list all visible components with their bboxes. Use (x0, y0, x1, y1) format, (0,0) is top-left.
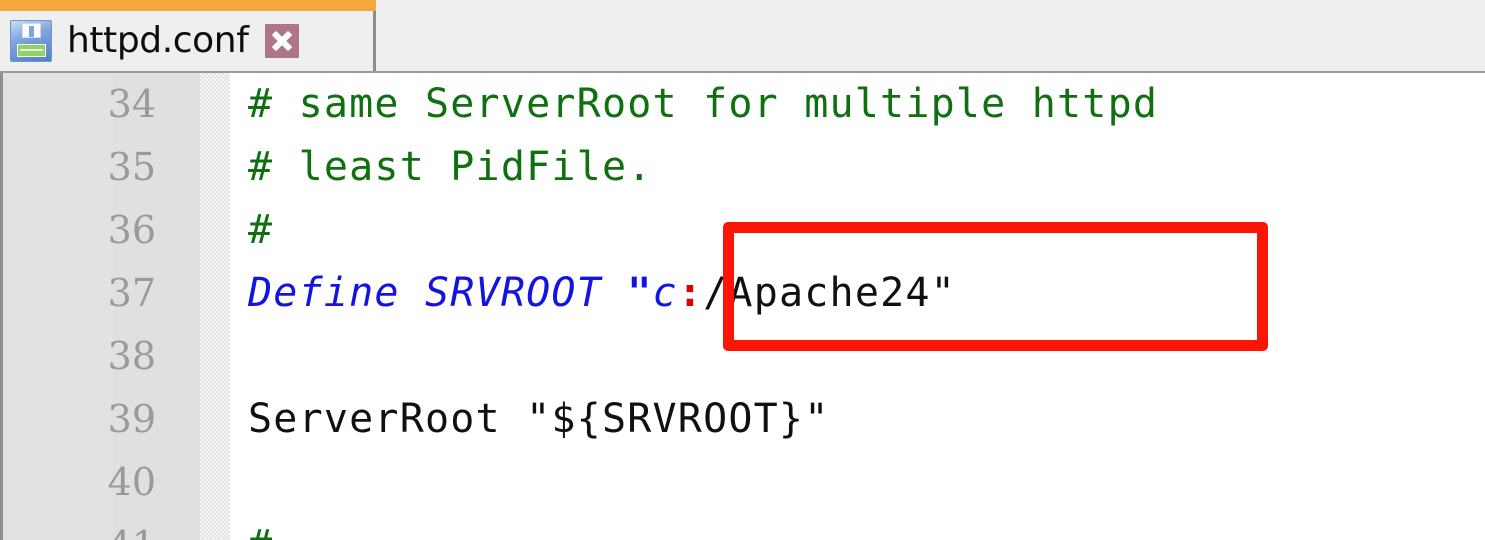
code-line[interactable]: # (230, 199, 1485, 262)
tab-httpd-conf[interactable]: httpd.conf (0, 0, 376, 73)
code-token-colon: : (677, 270, 704, 316)
line-number: 37 (107, 271, 156, 315)
editor-window: httpd.conf 34 35 36 37 38 39 40 41 # sam… (0, 0, 1485, 540)
floppy-shutter-icon-part (22, 23, 41, 38)
line-number: 40 (107, 460, 156, 504)
line-number: 39 (107, 397, 156, 441)
code-token-comment: # same ServerRoot for multiple httpd (248, 81, 1159, 127)
code-token-quote: " (627, 270, 653, 316)
line-number: 35 (107, 145, 156, 189)
floppy-label-icon-part (17, 44, 46, 57)
line-number: 38 (107, 334, 156, 378)
line-number: 36 (107, 208, 156, 252)
code-editor-area[interactable]: 34 35 36 37 38 39 40 41 # same ServerRoo… (0, 73, 1485, 540)
code-folding-margin[interactable] (200, 73, 230, 540)
code-text-lines[interactable]: # same ServerRoot for multiple httpd # le… (230, 73, 1485, 540)
close-x-icon[interactable] (264, 24, 299, 58)
code-line[interactable]: # same ServerRoot for multiple httpd (230, 73, 1485, 136)
floppy-disk-save-icon (10, 20, 52, 62)
line-number-list: 34 35 36 37 38 39 40 41 (3, 73, 168, 540)
code-line[interactable]: # (230, 514, 1485, 540)
code-line[interactable]: Define SRVROOT "c:/Apache24" (230, 262, 1485, 325)
line-number: 41 (3, 514, 168, 540)
line-number: 34 (107, 82, 156, 126)
code-token-comment: # (248, 207, 274, 253)
tab-strip: httpd.conf (0, 0, 1485, 73)
code-token-plain: /Apache24" (703, 270, 956, 316)
code-token-comment: # (248, 522, 273, 540)
code-token-directive: Define SRVROOT (248, 270, 628, 316)
tab-active-indicator (0, 0, 376, 11)
code-line[interactable] (230, 451, 1485, 514)
code-line[interactable]: ServerRoot "${SRVROOT}" (230, 388, 1485, 451)
code-token-drive: c (652, 270, 678, 316)
code-token-plain: ServerRoot "${SRVROOT}" (248, 396, 830, 442)
code-line[interactable] (230, 325, 1485, 388)
code-line[interactable]: # least PidFile. (230, 136, 1485, 199)
code-token-comment: # least PidFile. (248, 144, 653, 190)
tab-title: httpd.conf (67, 20, 249, 61)
